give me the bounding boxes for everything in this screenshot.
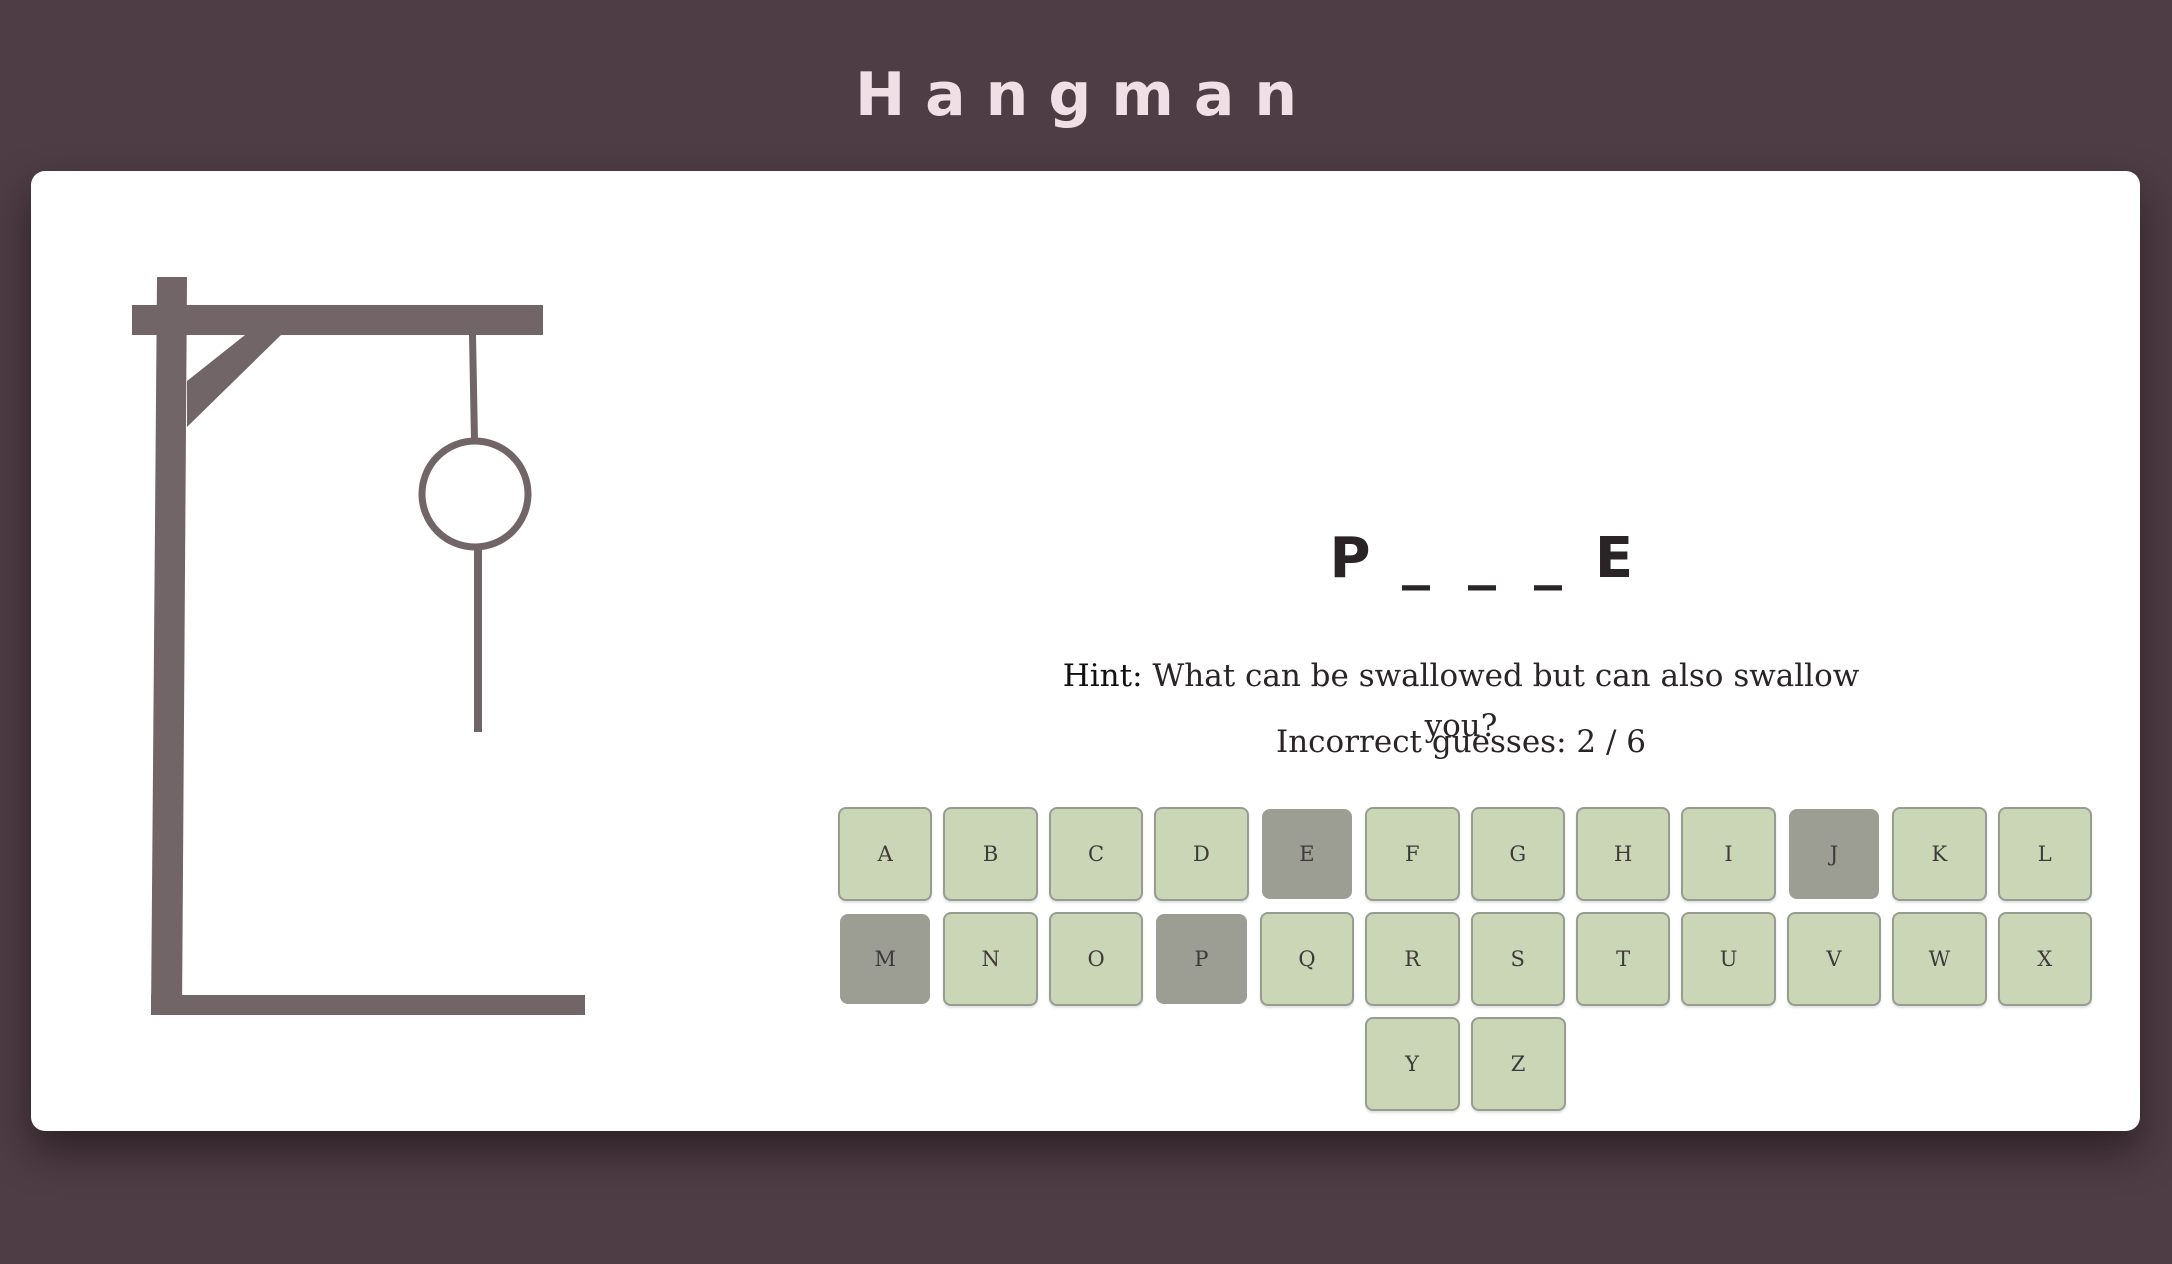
letter-key-v[interactable]: V [1786, 912, 1882, 1006]
letter-key-r[interactable]: R [1365, 912, 1460, 1006]
hangman-body [474, 547, 482, 732]
letter-key-p: P [1156, 914, 1247, 1004]
gallows-beam [132, 305, 543, 335]
letter-key-n[interactable]: N [943, 912, 1038, 1006]
letter-key-a[interactable]: A [838, 807, 933, 901]
letter-key-l[interactable]: L [1997, 807, 2092, 901]
letter-key-q[interactable]: Q [1259, 912, 1355, 1006]
word-letter: _ [1468, 526, 1496, 591]
letter-key-y[interactable]: Y [1364, 1017, 1460, 1111]
letter-key-b[interactable]: B [943, 807, 1038, 901]
word-letter: P [1329, 526, 1371, 591]
incorrect-guesses-count: 2 / 6 [1576, 724, 1647, 760]
gallows-rope [469, 335, 478, 441]
incorrect-guesses: Incorrect guesses: 2 / 6 [1111, 717, 1811, 767]
app-title: Hangman [854, 60, 1318, 130]
letter-key-i[interactable]: I [1681, 807, 1776, 901]
letter-key-m: M [840, 914, 931, 1004]
letter-key-f[interactable]: F [1365, 807, 1460, 901]
gallows-pole [151, 277, 187, 1015]
letter-key-s[interactable]: S [1470, 912, 1565, 1006]
word-letter: _ [1534, 526, 1562, 591]
letter-key-k[interactable]: K [1892, 807, 1987, 901]
letter-key-u[interactable]: U [1681, 912, 1776, 1006]
letter-key-e: E [1261, 809, 1353, 899]
hangman-drawing [132, 277, 585, 1015]
letter-key-c[interactable]: C [1048, 807, 1144, 901]
hint-label: Hint: [1062, 658, 1143, 694]
letter-key-h[interactable]: H [1575, 807, 1671, 901]
word-letter: E [1594, 526, 1634, 591]
letter-key-j: J [1788, 809, 1880, 899]
letter-key-w[interactable]: W [1892, 912, 1987, 1006]
letter-key-z[interactable]: Z [1470, 1017, 1566, 1111]
keyboard-row: MNOPQRSTUVWX [838, 912, 2092, 1006]
letter-key-t[interactable]: T [1575, 912, 1671, 1006]
gallows-base [151, 995, 585, 1015]
game-card: P _ _ _ E Hint: What can be swallowed but ca… [31, 171, 2140, 1131]
keyboard-row: ABCDEFGHIJKL [838, 807, 2092, 901]
gallows-brace [187, 335, 281, 427]
keyboard-row: YZ [838, 1017, 2092, 1111]
letter-key-x[interactable]: X [1997, 912, 2092, 1006]
letter-key-g[interactable]: G [1470, 807, 1565, 901]
hangman-head [418, 437, 532, 551]
letter-key-d[interactable]: D [1154, 807, 1249, 901]
letter-key-o[interactable]: O [1048, 912, 1144, 1006]
word-display: P _ _ _ E [1282, 501, 1682, 601]
incorrect-guesses-label: Incorrect guesses: [1275, 724, 1567, 760]
word-letter: _ [1402, 526, 1430, 591]
letter-keyboard: ABCDEFGHIJKL MNOPQRSTUVWX YZ [838, 807, 2092, 1122]
